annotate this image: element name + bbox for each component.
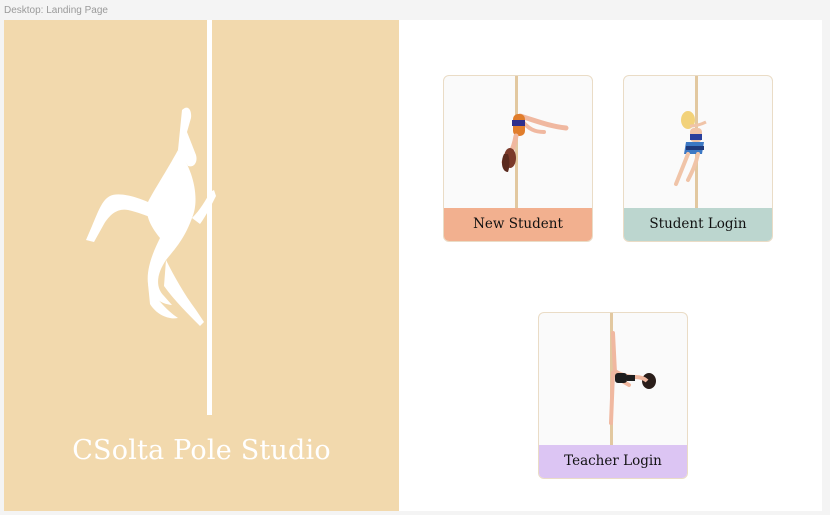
- hero-panel: CSolta Pole Studio: [4, 20, 399, 511]
- teacher-login-card[interactable]: Teacher Login: [538, 312, 688, 479]
- new-student-register-card[interactable]: New Student Register: [443, 75, 593, 242]
- student-illustration: [624, 76, 772, 208]
- teacher-label: Teacher Login: [539, 445, 687, 478]
- pole-dancer-silhouette: [86, 107, 216, 326]
- student-label: Student Login: [624, 208, 772, 241]
- register-label: New Student Register: [444, 208, 592, 241]
- inverted-dancer-figure: [501, 113, 569, 172]
- blonde-dancer-figure: [674, 111, 707, 186]
- split-dancer-figure: [609, 331, 656, 425]
- studio-title: CSolta Pole Studio: [72, 435, 331, 466]
- register-illustration: [444, 76, 592, 208]
- student-login-card[interactable]: Student Login: [623, 75, 773, 242]
- teacher-illustration: [539, 313, 687, 445]
- frame-label: Desktop: Landing Page: [4, 5, 108, 16]
- landing-page: CSolta Pole Studio New Student Register: [4, 20, 822, 511]
